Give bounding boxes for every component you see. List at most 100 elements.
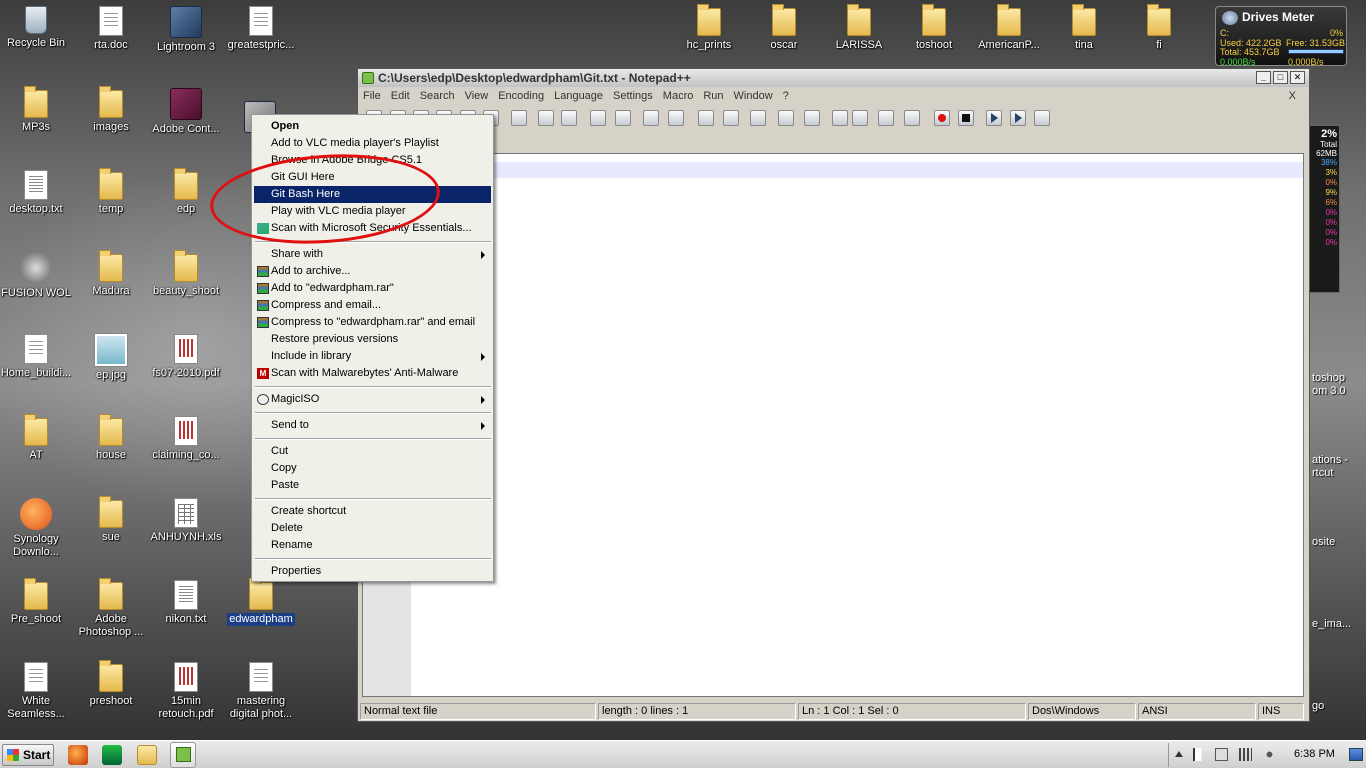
desktop-icon[interactable]: ANHUYNH.xls	[148, 492, 224, 572]
save-macro-icon[interactable]	[1034, 110, 1050, 126]
desktop-icon[interactable]: edwardpham	[223, 574, 299, 654]
paste-icon[interactable]	[590, 110, 606, 126]
show-desktop-icon[interactable]	[1349, 748, 1363, 761]
menu-run[interactable]: Run	[698, 87, 728, 105]
context-menu-item[interactable]: Cut	[254, 443, 491, 460]
drives-meter-gadget[interactable]: Drives Meter C: 0% Used: 422.2GB Free: 3…	[1215, 6, 1347, 66]
context-menu-item[interactable]: Git Bash Here	[254, 186, 491, 203]
desktop-icon[interactable]: 15min retouch.pdf	[148, 656, 224, 736]
desktop-icon[interactable]: White Seamless...	[0, 656, 74, 736]
desktop-icon[interactable]: FUSION WOL	[0, 246, 74, 326]
stop-record-icon[interactable]	[958, 110, 974, 126]
desktop-icon[interactable]: Adobe Cont...	[148, 82, 224, 162]
desktop-icon[interactable]: Madura	[73, 246, 149, 326]
context-menu-item[interactable]: Properties	[254, 563, 491, 580]
menu-language[interactable]: Language	[549, 87, 608, 105]
desktop-icon[interactable]: Pre_shoot	[0, 574, 74, 654]
sync-vertical-icon[interactable]	[778, 110, 794, 126]
desktop-icon[interactable]: edp	[148, 164, 224, 244]
menu-window[interactable]: Window	[729, 87, 778, 105]
firefox-icon[interactable]	[68, 745, 88, 765]
context-menu-item[interactable]: Rename	[254, 537, 491, 554]
cut-icon[interactable]	[538, 110, 554, 126]
explorer-icon[interactable]	[137, 745, 157, 765]
undo-icon[interactable]	[615, 110, 631, 126]
context-menu-item[interactable]: Scan with Microsoft Security Essentials.…	[254, 220, 491, 237]
show-all-chars-icon[interactable]	[852, 110, 868, 126]
close-button[interactable]: ✕	[1290, 71, 1305, 84]
desktop-icon[interactable]: Recycle Bin	[0, 0, 74, 80]
run-macro-icon[interactable]	[1010, 110, 1026, 126]
context-menu-item[interactable]: Add to VLC media player's Playlist	[254, 135, 491, 152]
word-wrap-icon[interactable]	[832, 110, 848, 126]
desktop-icon[interactable]: Synology Downlo...	[0, 492, 74, 572]
network-monitor-icon[interactable]	[1215, 748, 1228, 761]
desktop-icon[interactable]: rta.doc	[73, 0, 149, 80]
menu-file[interactable]: File	[358, 87, 386, 105]
copy-icon[interactable]	[561, 110, 577, 126]
signal-icon[interactable]	[1239, 748, 1252, 761]
context-menu-item[interactable]: Copy	[254, 460, 491, 477]
zoom-out-icon[interactable]	[750, 110, 766, 126]
minimize-button[interactable]: _	[1256, 71, 1271, 84]
desktop-icon[interactable]: MP3s	[0, 82, 74, 162]
context-menu-item[interactable]: MagicISO	[254, 391, 491, 408]
context-menu-item[interactable]: M Scan with Malwarebytes' Anti-Malware	[254, 365, 491, 382]
menu-edit[interactable]: Edit	[386, 87, 415, 105]
menu-encoding[interactable]: Encoding	[493, 87, 549, 105]
window-titlebar[interactable]: C:\Users\edp\Desktop\edwardpham\Git.txt …	[358, 69, 1309, 87]
clock[interactable]: 6:38 PM	[1294, 748, 1335, 760]
menu-help[interactable]: ?	[778, 87, 794, 105]
context-menu-item[interactable]: Open	[254, 118, 491, 135]
context-menu-item[interactable]: Add to archive...	[254, 263, 491, 280]
play-macro-icon[interactable]	[986, 110, 1002, 126]
replace-icon[interactable]	[698, 110, 714, 126]
desktop-icon[interactable]: Home_buildi...	[0, 328, 74, 408]
context-menu-item[interactable]: Delete	[254, 520, 491, 537]
desktop-icon[interactable]: greatestpric...	[223, 0, 299, 80]
context-menu-item[interactable]: Compress to "edwardpham.rar" and email	[254, 314, 491, 331]
print-icon[interactable]	[511, 110, 527, 126]
desktop-icon[interactable]: sue	[73, 492, 149, 572]
sync-horizontal-icon[interactable]	[804, 110, 820, 126]
desktop-icon[interactable]: images	[73, 82, 149, 162]
redo-icon[interactable]	[643, 110, 659, 126]
context-menu-item[interactable]: Compress and email...	[254, 297, 491, 314]
context-menu-item[interactable]: Add to "edwardpham.rar"	[254, 280, 491, 297]
flag-icon[interactable]	[1193, 748, 1206, 761]
menu-search[interactable]: Search	[415, 87, 460, 105]
desktop-icon[interactable]: beauty_shoot	[148, 246, 224, 326]
desktop-icon[interactable]: mastering digital phot...	[223, 656, 299, 736]
context-menu-item[interactable]: Paste	[254, 477, 491, 494]
zoom-in-icon[interactable]	[723, 110, 739, 126]
desktop-icon[interactable]: Adobe Photoshop ...	[73, 574, 149, 654]
start-button[interactable]: Start	[2, 744, 54, 766]
context-menu-item[interactable]: Git GUI Here	[254, 169, 491, 186]
find-icon[interactable]	[668, 110, 684, 126]
desktop-icon[interactable]: fs07-2010.pdf	[148, 328, 224, 408]
context-menu-item[interactable]: Browse in Adobe Bridge CS5.1	[254, 152, 491, 169]
expand-tray-icon[interactable]	[1175, 751, 1183, 757]
desktop-icon[interactable]: nikon.txt	[148, 574, 224, 654]
menu-settings[interactable]: Settings	[608, 87, 658, 105]
context-menu-item[interactable]: Include in library	[254, 348, 491, 365]
record-macro-icon[interactable]	[934, 110, 950, 126]
indent-guide-icon[interactable]	[878, 110, 894, 126]
desktop-icon[interactable]: temp	[73, 164, 149, 244]
desktop-icon[interactable]: ep.jpg	[73, 328, 149, 408]
menu-macro[interactable]: Macro	[658, 87, 699, 105]
terminal-icon[interactable]	[102, 745, 122, 765]
desktop-icon[interactable]: claiming_co...	[148, 410, 224, 490]
context-menu-item[interactable]: Share with	[254, 246, 491, 263]
volume-icon[interactable]	[1263, 748, 1276, 761]
context-menu-item[interactable]: Create shortcut	[254, 503, 491, 520]
cpu-meter-gadget[interactable]: 2% Total 62MB 38% 3% 0% 9% 6% 0% 0% 0% 0%	[1308, 125, 1340, 293]
desktop-icon[interactable]: desktop.txt	[0, 164, 74, 244]
menu-view[interactable]: View	[460, 87, 494, 105]
desktop-icon[interactable]: house	[73, 410, 149, 490]
notepadpp-window[interactable]: C:\Users\edp\Desktop\edwardpham\Git.txt …	[357, 68, 1310, 722]
maximize-button[interactable]: □	[1273, 71, 1288, 84]
desktop-icon[interactable]: AT	[0, 410, 74, 490]
close-document-button[interactable]: X	[1284, 87, 1301, 105]
context-menu-item[interactable]: Restore previous versions	[254, 331, 491, 348]
